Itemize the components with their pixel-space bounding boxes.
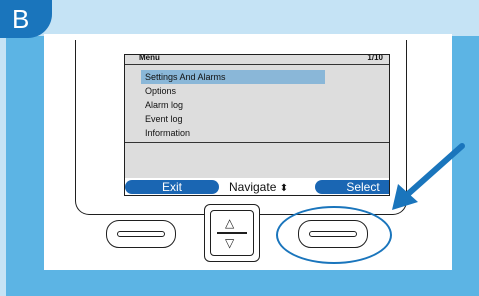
pointer-arrow-icon bbox=[392, 143, 465, 210]
